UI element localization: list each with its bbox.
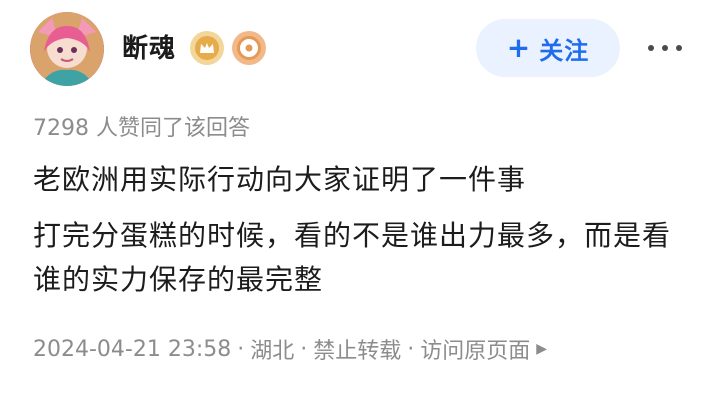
follow-label: 关注 bbox=[539, 36, 590, 65]
more-dot bbox=[676, 45, 682, 51]
arrow-right-icon[interactable]: ▶ bbox=[536, 341, 547, 357]
answer-meta: 2024-04-21 23:58 · 湖北 · 禁止转载 · 访问原页面 ▶ bbox=[33, 333, 547, 365]
more-dot bbox=[648, 45, 654, 51]
meta-separator: · bbox=[300, 336, 308, 362]
follow-button[interactable]: + 关注 bbox=[476, 19, 620, 77]
content-paragraph: 打完分蛋糕的时候，看的不是谁出力最多，而是看谁的实力保存的最完整 bbox=[33, 219, 672, 296]
publish-datetime: 2024-04-21 23:58 bbox=[33, 336, 232, 362]
answer-header: 断魂 + 关注 bbox=[0, 0, 720, 100]
eye-badge-icon[interactable] bbox=[232, 31, 266, 65]
crown-badge-icon[interactable] bbox=[190, 31, 224, 65]
copyright-notice: 禁止转载 bbox=[313, 339, 402, 364]
author-name[interactable]: 断魂 bbox=[122, 28, 176, 65]
more-dot bbox=[662, 45, 668, 51]
meta-separator: · bbox=[407, 336, 415, 362]
likes-count-text: 7298 人赞同了该回答 bbox=[33, 116, 250, 141]
avatar[interactable] bbox=[30, 12, 104, 86]
avatar-image bbox=[30, 12, 104, 86]
answer-content: 老欧洲用实际行动向大家证明了一件事 打完分蛋糕的时候，看的不是谁出力最多，而是看… bbox=[33, 158, 693, 302]
visit-original-link[interactable]: 访问原页面 bbox=[420, 333, 530, 365]
plus-icon: + bbox=[506, 31, 532, 64]
meta-separator: · bbox=[237, 336, 245, 362]
crown-icon bbox=[200, 43, 214, 53]
more-icon[interactable] bbox=[648, 38, 682, 58]
ip-location: 湖北 bbox=[250, 339, 295, 364]
content-paragraph: 老欧洲用实际行动向大家证明了一件事 bbox=[33, 163, 527, 196]
eye-icon bbox=[245, 44, 253, 52]
